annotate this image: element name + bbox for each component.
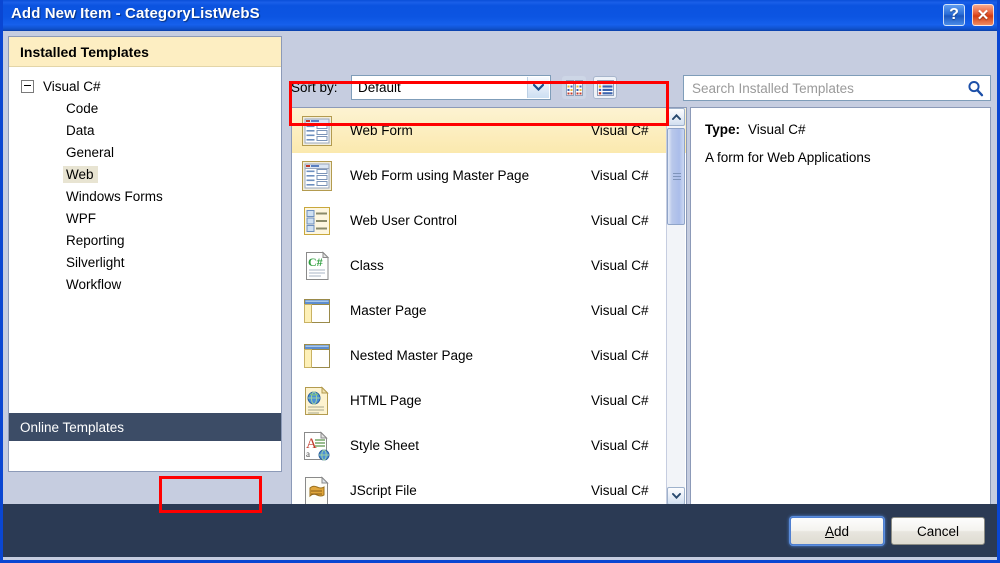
template-row-jscript-file[interactable]: JScript File Visual C# [292, 468, 686, 506]
html-page-icon [300, 384, 334, 418]
tree-item-workflow[interactable]: Workflow [9, 273, 281, 295]
web-form-master-icon [300, 159, 334, 193]
window-title: Add New Item - CategoryListWebS [11, 5, 260, 22]
chevron-down-icon [671, 493, 681, 499]
add-label-rest: dd [833, 523, 850, 539]
dialog-body: Installed Templates Visual C# Code Data … [3, 31, 997, 557]
template-name: HTML Page [350, 393, 422, 408]
web-user-control-icon [300, 204, 334, 238]
detail-type-row: Type: Visual C# [705, 122, 990, 137]
web-form-icon [300, 114, 334, 148]
add-accel-key: A [824, 523, 834, 539]
tree-item-wpf[interactable]: WPF [9, 207, 281, 229]
sort-by-dropdown[interactable]: Default [351, 75, 551, 100]
template-list-scrollbar[interactable] [666, 108, 685, 505]
cancel-label: Cancel [916, 523, 960, 539]
template-row-html-page[interactable]: HTML Page Visual C# [292, 378, 686, 423]
search-installed-templates-input[interactable]: Search Installed Templates [683, 75, 991, 101]
template-row-web-user-control[interactable]: Web User Control Visual C# [292, 198, 686, 243]
template-row-nested-master-page[interactable]: Nested Master Page Visual C# [292, 333, 686, 378]
template-categories-tree: Visual C# Code Data General Web Windows … [9, 67, 281, 295]
tree-item-label: Code [66, 100, 99, 116]
search-placeholder-text: Search Installed Templates [692, 81, 854, 96]
installed-templates-panel: Installed Templates Visual C# Code Data … [8, 36, 282, 472]
scrollbar-thumb[interactable] [667, 128, 685, 225]
online-templates-label: Online Templates [20, 419, 125, 435]
template-name: Nested Master Page [350, 348, 474, 363]
tree-node-label: Visual C# [43, 79, 101, 94]
cancel-button[interactable]: Cancel [891, 517, 985, 545]
svg-text:a: a [306, 449, 310, 459]
tree-item-general[interactable]: General [9, 141, 281, 163]
search-icon[interactable] [967, 80, 984, 102]
installed-templates-header: Installed Templates [9, 37, 281, 67]
detail-type-value: Visual C# [748, 122, 806, 137]
template-row-class[interactable]: C# Class Visual C# [292, 243, 686, 288]
installed-templates-title: Installed Templates [20, 43, 149, 60]
svg-text:C#: C# [308, 255, 323, 269]
scrollbar-grip-icon [673, 173, 681, 180]
list-view-button[interactable] [593, 76, 617, 99]
template-row-web-form-using-master-page[interactable]: Web Form using Master Page Visual C# [292, 153, 686, 198]
tree-item-label: Workflow [66, 276, 122, 292]
add-button[interactable]: Add [790, 517, 884, 545]
master-page-icon [300, 294, 334, 328]
help-button[interactable]: ? [943, 4, 965, 26]
tree-item-label: Windows Forms [66, 188, 163, 204]
online-templates-section[interactable]: Online Templates [9, 413, 281, 441]
scroll-up-button[interactable] [667, 108, 685, 126]
template-name: Web Form using Master Page [350, 168, 530, 183]
sort-by-value: Default [358, 80, 401, 95]
tree-item-silverlight[interactable]: Silverlight [9, 251, 281, 273]
tree-item-label: WPF [66, 210, 96, 226]
style-sheet-icon: A a [300, 429, 334, 463]
tree-node-visual-csharp[interactable]: Visual C# [9, 76, 281, 97]
template-details-panel: Type: Visual C# A form for Web Applicati… [690, 107, 991, 506]
jscript-file-icon [300, 474, 334, 506]
tree-item-label: Reporting [66, 232, 125, 248]
sort-by-label: Sort by: [291, 80, 338, 95]
template-name: Class [350, 258, 384, 273]
tree-item-web[interactable]: Web [9, 163, 281, 185]
close-button[interactable]: ✕ [972, 4, 994, 26]
chevron-up-icon [671, 114, 681, 120]
csharp-class-icon: C# [300, 249, 334, 283]
tree-item-data[interactable]: Data [9, 119, 281, 141]
template-name: Master Page [350, 303, 427, 318]
dialog-footer: Add Cancel [3, 504, 997, 557]
tree-item-windows-forms[interactable]: Windows Forms [9, 185, 281, 207]
tree-item-code[interactable]: Code [9, 97, 281, 119]
template-name: JScript File [350, 483, 417, 498]
collapse-icon[interactable] [21, 80, 34, 93]
tree-item-label: Silverlight [66, 254, 125, 270]
title-bar: Add New Item - CategoryListWebS ? ✕ [3, 0, 997, 31]
scroll-down-button[interactable] [667, 487, 685, 505]
template-row-style-sheet[interactable]: A a Style Sheet Visual C# [292, 423, 686, 468]
tree-item-label: Web [63, 165, 98, 183]
add-new-item-dialog: Add New Item - CategoryListWebS ? ✕ Inst… [0, 0, 1000, 563]
tree-item-label: Data [66, 122, 95, 138]
list-view-grid-icon [596, 79, 614, 96]
detail-description: A form for Web Applications [705, 150, 871, 165]
template-name: Style Sheet [350, 438, 420, 453]
detail-type-label: Type: [705, 122, 741, 137]
chevron-down-icon[interactable] [527, 77, 549, 98]
question-mark-icon: ? [949, 6, 959, 23]
tree-item-reporting[interactable]: Reporting [9, 229, 281, 251]
template-name: Web User Control [350, 213, 458, 228]
tree-item-label: General [66, 144, 115, 160]
nested-master-page-icon [300, 339, 334, 373]
template-name: Web Form [350, 123, 413, 138]
medium-icons-grid-icon [565, 79, 583, 96]
template-list[interactable]: Web Form Visual C# Web Form using Master… [291, 107, 687, 506]
template-row-master-page[interactable]: Master Page Visual C# [292, 288, 686, 333]
medium-icons-view-button[interactable] [562, 76, 586, 99]
template-row-web-form[interactable]: Web Form Visual C# [292, 108, 686, 153]
close-icon: ✕ [976, 6, 990, 24]
